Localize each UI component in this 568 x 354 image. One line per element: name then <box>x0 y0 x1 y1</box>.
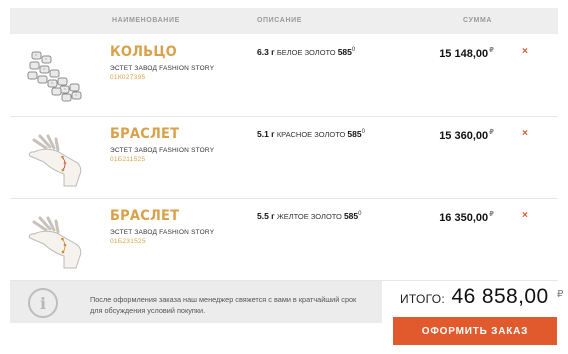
ring-icon[interactable] <box>24 48 88 106</box>
currency-icon: ₽ <box>489 211 494 218</box>
item-weight: 6.3 г <box>257 47 275 57</box>
item-price-value: 16 350,00 <box>439 212 489 224</box>
order-total: ИТОГО: 46 858,00 ₽ <box>400 285 563 309</box>
currency-icon: ₽ <box>489 129 494 136</box>
column-header-sum: СУММА <box>463 17 493 24</box>
column-header-name: НАИМЕНОВАНИЕ <box>112 17 180 24</box>
item-price: 15 148,00₽ <box>410 46 494 60</box>
item-maker: ЭСТЕТ ЗАВОД FASHION STORY <box>110 147 215 154</box>
item-title[interactable]: БРАСЛЕТ <box>110 208 179 224</box>
item-metal: БЕЛОЕ ЗОЛОТО <box>276 48 336 57</box>
notice-line-1: После оформления заказа наш менеджер свя… <box>90 295 357 304</box>
remove-item-button[interactable]: × <box>522 210 528 221</box>
total-label: ИТОГО: <box>400 292 446 306</box>
item-metal: ЖЕЛТОЕ ЗОЛОТО <box>276 212 342 221</box>
item-maker: ЭСТЕТ ЗАВОД FASHION STORY <box>110 65 215 72</box>
item-probe: 585 <box>337 47 352 57</box>
item-description: 5.1 г КРАСНОЕ ЗОЛОТО 5850 <box>257 129 365 139</box>
item-price-value: 15 360,00 <box>439 130 489 142</box>
item-price: 16 350,00₽ <box>410 210 494 224</box>
bracelet-hand-icon[interactable] <box>24 130 88 188</box>
notice-text: После оформления заказа наш менеджер свя… <box>90 294 370 316</box>
item-price: 15 360,00₽ <box>410 128 494 142</box>
bracelet-hand-icon[interactable] <box>24 212 88 270</box>
item-weight: 5.1 г <box>257 129 275 139</box>
currency-icon: ₽ <box>556 289 564 300</box>
item-article: 01К027395 <box>110 74 146 81</box>
item-probe: 585 <box>347 129 362 139</box>
column-header-description: ОПИСАНИЕ <box>257 17 302 24</box>
total-value: 46 858,00 <box>451 285 549 308</box>
cart-item-row: БРАСЛЕТ ЭСТЕТ ЗАВОД FASHION STORY 01Б231… <box>10 200 558 281</box>
item-article: 01Б231525 <box>110 238 146 245</box>
item-price-value: 15 148,00 <box>439 48 489 60</box>
item-probe-sup: 0 <box>351 47 356 53</box>
item-weight: 5.5 г <box>257 211 275 221</box>
info-icon: i <box>28 288 58 318</box>
item-probe-sup: 0 <box>361 129 365 135</box>
currency-icon: ₽ <box>489 47 494 54</box>
item-description: 5.5 г ЖЕЛТОЕ ЗОЛОТО 5850 <box>257 211 361 221</box>
item-metal: КРАСНОЕ ЗОЛОТО <box>276 130 346 139</box>
item-probe: 585 <box>343 211 359 221</box>
order-notice: i После оформления заказа наш менеджер с… <box>10 281 382 323</box>
item-description: 6.3 г БЕЛОЕ ЗОЛОТО 5850 <box>257 47 355 57</box>
cart-table-header: НАИМЕНОВАНИЕ ОПИСАНИЕ СУММА <box>10 8 558 34</box>
item-article: 01Б211525 <box>110 156 146 163</box>
item-title[interactable]: БРАСЛЕТ <box>110 126 179 142</box>
remove-item-button[interactable]: × <box>522 46 528 57</box>
item-title[interactable]: КОЛЬЦО <box>110 44 177 60</box>
cart-item-row: КОЛЬЦО ЭСТЕТ ЗАВОД FASHION STORY 01К0273… <box>10 36 558 117</box>
item-probe-sup: 0 <box>358 211 362 217</box>
remove-item-button[interactable]: × <box>522 128 528 139</box>
cart-item-row: БРАСЛЕТ ЭСТЕТ ЗАВОД FASHION STORY 01Б211… <box>10 118 558 199</box>
checkout-button[interactable]: ОФОРМИТЬ ЗАКАЗ <box>393 317 557 345</box>
notice-line-2: для обсуждения условий покупки. <box>90 306 206 315</box>
item-maker: ЭСТЕТ ЗАВОД FASHION STORY <box>110 229 215 236</box>
